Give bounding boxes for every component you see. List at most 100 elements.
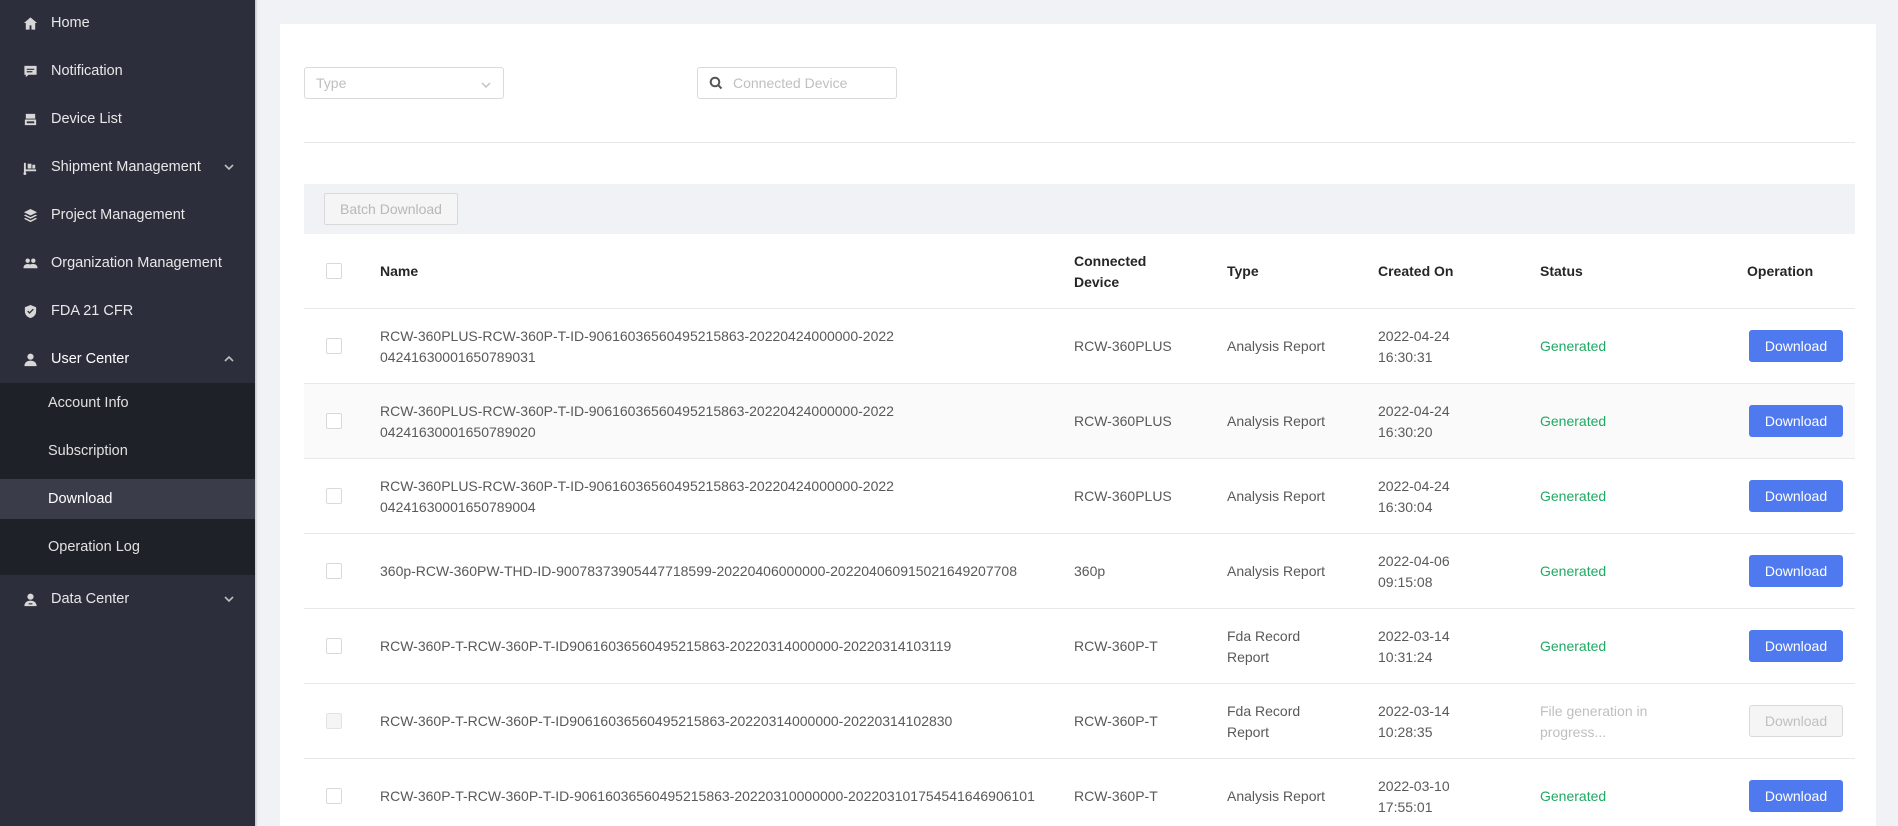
row-device: RCW-360PLUS [1074, 338, 1172, 354]
table-row: RCW-360P-T-RCW-360P-T-ID9061603656049521… [304, 684, 1855, 759]
nav-user-center[interactable]: User Center [0, 339, 255, 379]
download-button[interactable]: Download [1749, 480, 1843, 512]
nav-project-label: Project Management [51, 207, 185, 223]
row-device: RCW-360P-T [1074, 788, 1158, 804]
row-checkbox[interactable] [326, 788, 342, 804]
header-name: Name [380, 263, 419, 279]
download-button[interactable]: Download [1749, 405, 1843, 437]
nav-notification[interactable]: Notification [0, 51, 255, 91]
nav-organization-management[interactable]: Organization Management [0, 243, 255, 283]
sidebar: Home Notification Device List Shipment M… [0, 0, 258, 826]
row-type: Analysis Report [1227, 338, 1326, 354]
data-user-icon [22, 591, 38, 607]
row-type: Fda Record Report [1227, 627, 1301, 665]
row-name: 360p-RCW-360PW-THD-ID-900783739054477185… [380, 563, 1017, 579]
header-created-on: Created On [1378, 263, 1454, 279]
row-name: RCW-360P-T-RCW-360P-T-ID9061603656049521… [380, 638, 952, 654]
row-type: Analysis Report [1227, 788, 1326, 804]
nav-user-center-label: User Center [51, 351, 130, 367]
table-row: RCW-360PLUS-RCW-360P-T-ID-90616036560495… [304, 459, 1855, 534]
header-connected-device: Connected Device [1074, 252, 1147, 290]
row-type: Fda Record Report [1227, 702, 1301, 740]
sub-download[interactable]: Download [0, 479, 255, 519]
download-button[interactable]: Download [1749, 555, 1843, 587]
table-row: RCW-360PLUS-RCW-360P-T-ID-90616036560495… [304, 384, 1855, 459]
type-select-placeholder: Type [316, 75, 347, 91]
search-icon [709, 76, 723, 90]
sub-operation-log[interactable]: Operation Log [0, 527, 255, 567]
row-name: RCW-360PLUS-RCW-360P-T-ID-90616036560495… [380, 327, 894, 365]
chevron-up-icon [223, 353, 235, 365]
nav-home[interactable]: Home [0, 3, 255, 43]
nav-shipment-management[interactable]: Shipment Management [0, 147, 255, 187]
row-type: Analysis Report [1227, 563, 1326, 579]
row-status: File generation in progress... [1540, 702, 1648, 740]
nav-home-label: Home [51, 15, 90, 31]
truck-icon [22, 159, 38, 175]
row-status: Generated [1540, 338, 1607, 354]
row-checkbox[interactable] [326, 338, 342, 354]
sub-download-label: Download [48, 491, 113, 507]
divider [304, 142, 1855, 143]
row-created: 2022-04-24 16:30:31 [1378, 327, 1450, 365]
sub-operation-log-label: Operation Log [48, 539, 140, 555]
download-button[interactable]: Download [1749, 630, 1843, 662]
row-checkbox[interactable] [326, 488, 342, 504]
row-status: Generated [1540, 413, 1607, 429]
row-type: Analysis Report [1227, 488, 1326, 504]
header-type: Type [1227, 263, 1259, 279]
row-device: RCW-360PLUS [1074, 413, 1172, 429]
nav-project-management[interactable]: Project Management [0, 195, 255, 235]
download-button[interactable]: Download [1749, 705, 1843, 737]
row-status: Generated [1540, 488, 1607, 504]
row-created: 2022-03-14 10:31:24 [1378, 627, 1450, 665]
row-device: RCW-360P-T [1074, 638, 1158, 654]
chevron-down-icon [223, 161, 235, 173]
row-status: Generated [1540, 638, 1607, 654]
nav-organization-label: Organization Management [51, 255, 222, 271]
team-icon [22, 255, 38, 271]
row-device: RCW-360P-T [1074, 713, 1158, 729]
table-row: RCW-360P-T-RCW-360P-T-ID-906160365604952… [304, 759, 1855, 826]
row-created: 2022-04-24 16:30:20 [1378, 402, 1450, 440]
table-toolbar: Batch Download [304, 184, 1855, 234]
nav-notification-label: Notification [51, 63, 123, 79]
row-created: 2022-03-10 17:55:01 [1378, 777, 1450, 815]
row-name: RCW-360P-T-RCW-360P-T-ID9061603656049521… [380, 713, 953, 729]
device-icon [22, 111, 38, 127]
row-device: RCW-360PLUS [1074, 488, 1172, 504]
row-status: Generated [1540, 563, 1607, 579]
sub-account-info-label: Account Info [48, 395, 129, 411]
row-created: 2022-04-06 09:15:08 [1378, 552, 1450, 590]
chevron-down-icon [223, 593, 235, 605]
shield-icon [22, 303, 38, 319]
row-checkbox[interactable] [326, 563, 342, 579]
header-status: Status [1540, 263, 1583, 279]
sub-account-info[interactable]: Account Info [0, 383, 255, 423]
nav-device-list-label: Device List [51, 111, 122, 127]
type-select[interactable]: Type [304, 67, 504, 99]
table-header: Name Connected Device Type Created On St… [304, 234, 1855, 309]
nav-fda-label: FDA 21 CFR [51, 303, 134, 319]
nav-data-center[interactable]: Data Center [0, 579, 255, 619]
nav-fda-21-cfr[interactable]: FDA 21 CFR [0, 291, 255, 331]
batch-download-button[interactable]: Batch Download [324, 193, 458, 225]
row-checkbox[interactable] [326, 413, 342, 429]
row-name: RCW-360P-T-RCW-360P-T-ID-906160365604952… [380, 788, 1035, 804]
table-row: RCW-360P-T-RCW-360P-T-ID9061603656049521… [304, 609, 1855, 684]
row-name: RCW-360PLUS-RCW-360P-T-ID-90616036560495… [380, 402, 894, 440]
table-row: RCW-360PLUS-RCW-360P-T-ID-90616036560495… [304, 309, 1855, 384]
nav-shipment-label: Shipment Management [51, 159, 201, 175]
row-created: 2022-03-14 10:28:35 [1378, 702, 1450, 740]
row-checkbox[interactable] [326, 638, 342, 654]
row-checkbox[interactable] [326, 713, 342, 729]
connected-device-search[interactable]: Connected Device [697, 67, 897, 99]
nav-device-list[interactable]: Device List [0, 99, 255, 139]
select-all-checkbox[interactable] [326, 263, 342, 279]
sub-subscription[interactable]: Subscription [0, 431, 255, 471]
header-operation: Operation [1747, 263, 1814, 279]
row-created: 2022-04-24 16:30:04 [1378, 477, 1450, 515]
row-device: 360p [1074, 563, 1106, 579]
download-button[interactable]: Download [1749, 780, 1843, 812]
download-button[interactable]: Download [1749, 330, 1843, 362]
